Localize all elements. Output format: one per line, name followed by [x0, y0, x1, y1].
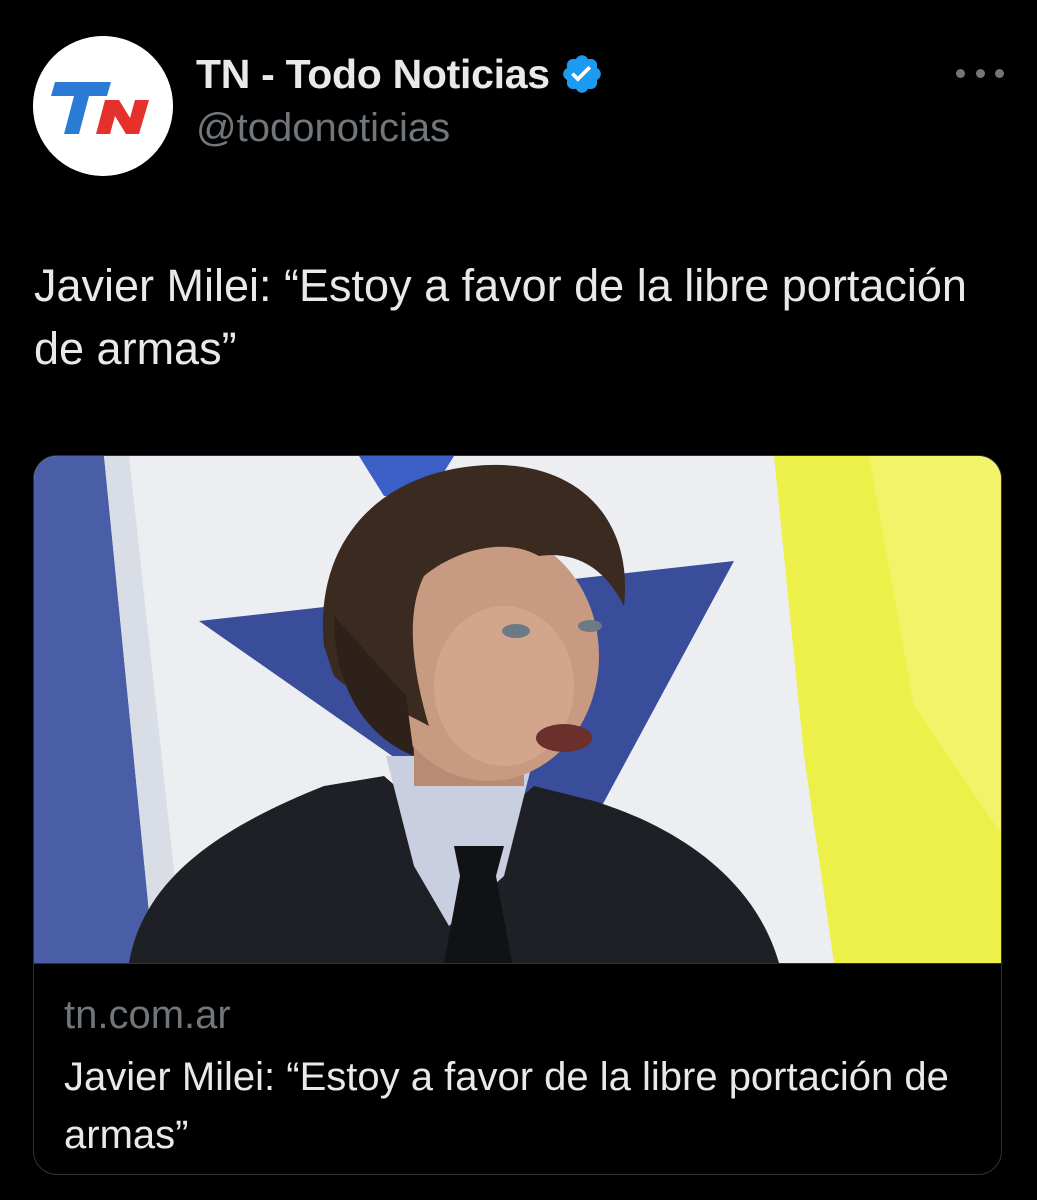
display-name[interactable]: TN - Todo Noticias [196, 51, 550, 98]
more-dot [975, 68, 985, 78]
verified-badge-icon[interactable] [560, 52, 604, 96]
card-photo [34, 456, 1001, 963]
tweet-text: Javier Milei: “Estoy a favor de la libre… [34, 260, 967, 374]
more-dot [995, 68, 1004, 78]
card-image[interactable] [34, 456, 1001, 964]
tweet[interactable]: TN - Todo Noticias @todonoticias Javier … [0, 0, 1037, 1200]
avatar[interactable] [33, 36, 173, 176]
handle[interactable]: @todonoticias [196, 106, 450, 151]
link-card[interactable]: tn.com.ar Javier Milei: “Estoy a favor d… [33, 455, 1002, 1175]
more-options-icon[interactable] [956, 58, 1004, 88]
display-name-row: TN - Todo Noticias [196, 46, 604, 102]
card-domain: tn.com.ar [64, 993, 231, 1037]
more-dot [956, 68, 965, 78]
card-title: Javier Milei: “Estoy a favor de la libre… [64, 1055, 949, 1157]
tn-logo [33, 36, 173, 176]
